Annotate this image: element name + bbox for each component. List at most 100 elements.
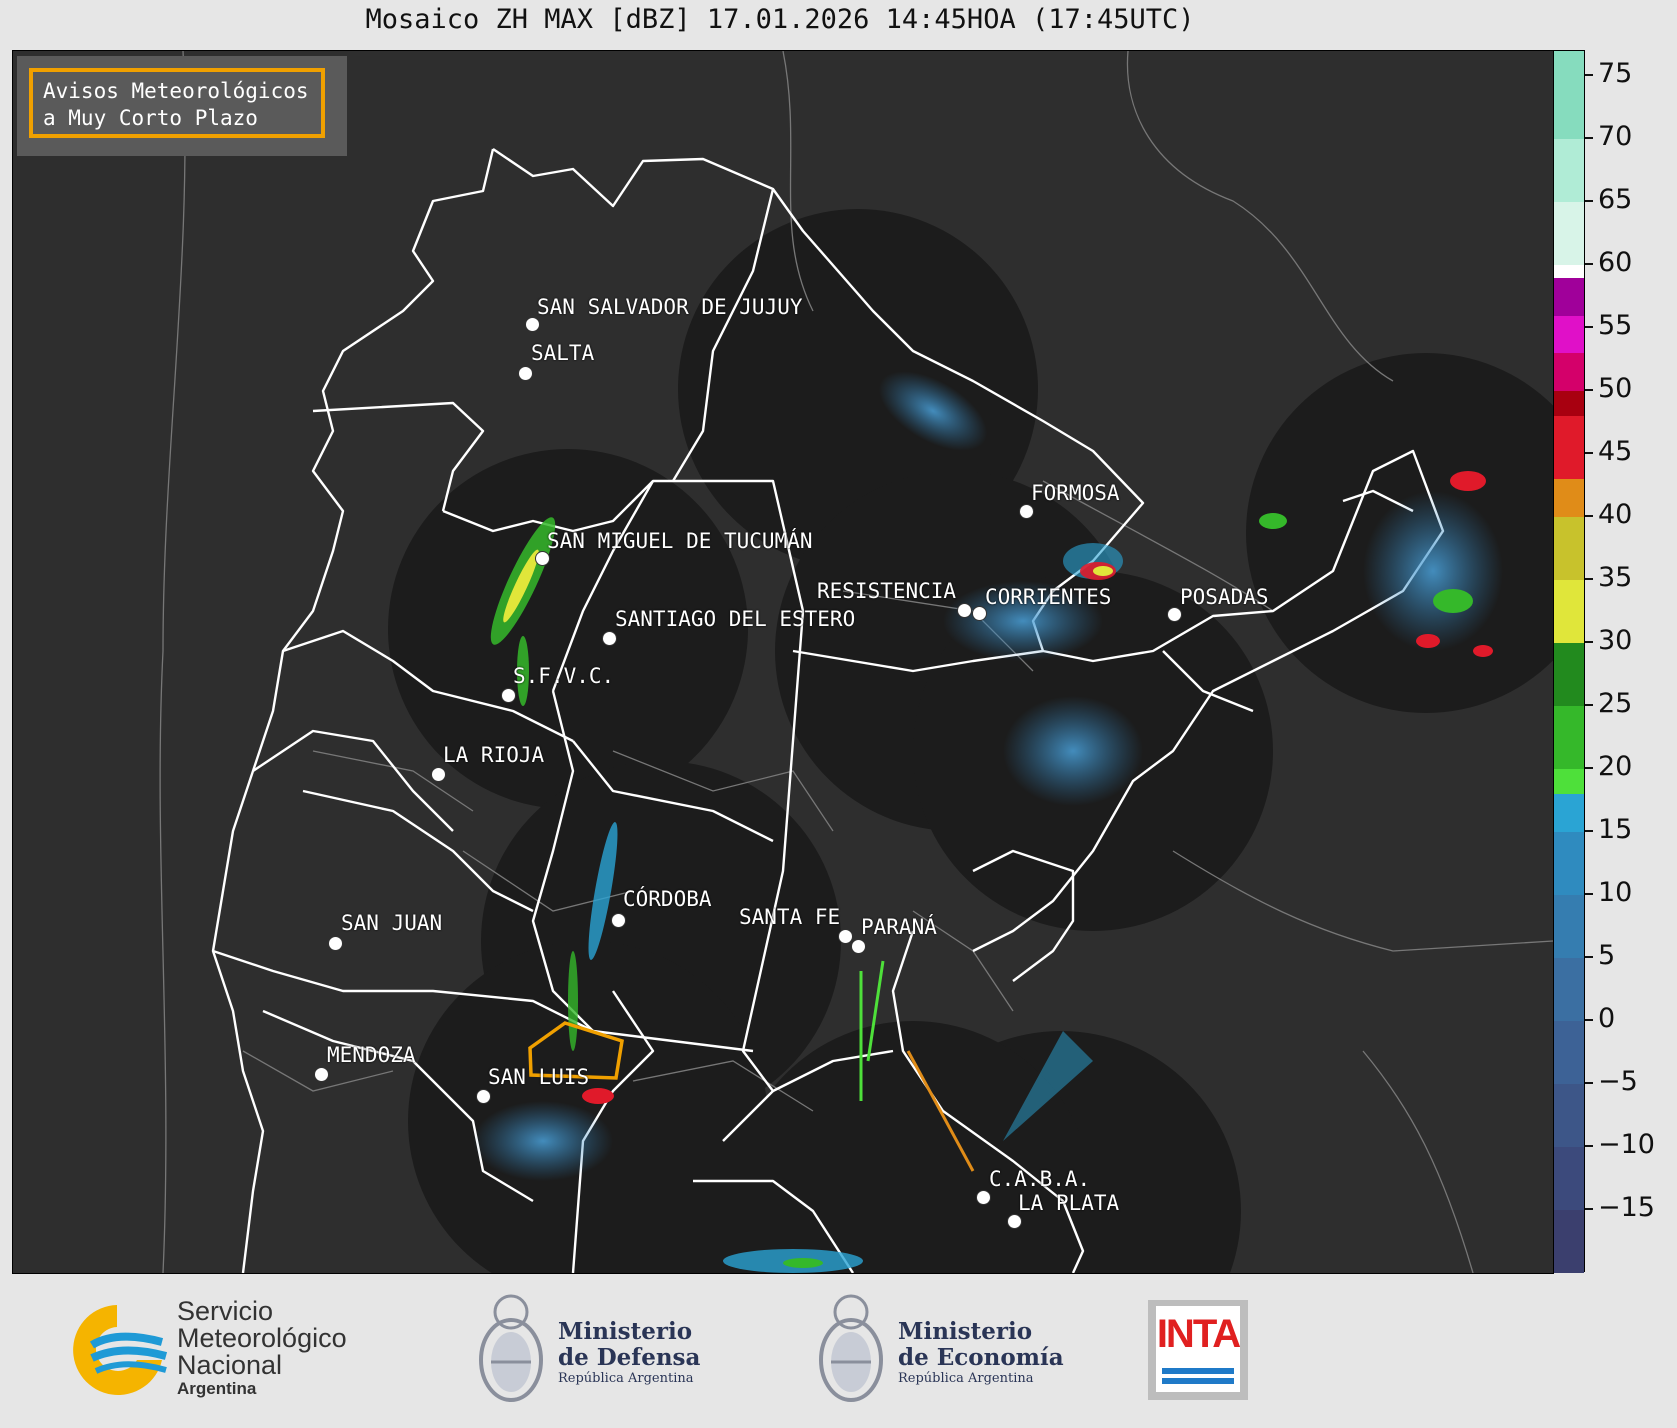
city-label-san-miguel-de-tucuman: SAN MIGUEL DE TUCUMÁN (547, 529, 813, 553)
warnings-legend-line2: a Muy Corto Plazo (43, 106, 258, 130)
city-dot-sfvc (501, 688, 516, 703)
city-dot-san-luis (476, 1089, 491, 1104)
colorbar-segment (1554, 139, 1584, 203)
colorbar-segment (1554, 1021, 1584, 1085)
city-label-caba: C.A.B.A. (989, 1167, 1091, 1191)
colorbar-tick-label: 65 (1598, 184, 1633, 216)
city-label-la-rioja: LA RIOJA (443, 743, 545, 767)
colorbar-tick-label: 20 (1598, 751, 1633, 783)
colorbar-tick (1585, 452, 1593, 455)
colorbar-segment (1554, 706, 1584, 770)
colorbar-tick-label: 70 (1598, 121, 1633, 153)
colorbar-segment (1554, 391, 1584, 417)
colorbar-tick-label: 5 (1598, 940, 1616, 972)
city-label-la-plata: LA PLATA (1018, 1191, 1120, 1215)
city-label-salta: SALTA (531, 341, 595, 365)
colorbar-tick-label: −5 (1598, 1066, 1638, 1098)
colorbar-tick-label: 25 (1598, 688, 1633, 720)
colorbar-segment (1554, 353, 1584, 392)
city-dot-salta (518, 366, 533, 381)
colorbar-segment (1554, 580, 1584, 644)
colorbar-tick (1585, 137, 1593, 140)
colorbar-segment (1554, 51, 1584, 140)
colorbar-tick (1585, 893, 1593, 896)
colorbar-tick (1585, 704, 1593, 707)
city-label-santiago-del-estero: SANTIAGO DEL ESTERO (615, 607, 856, 631)
city-label-santa-fe: SANTA FE (739, 905, 841, 929)
city-label-parana: PARANÁ (861, 915, 937, 939)
city-dot-posadas (1167, 607, 1182, 622)
colorbar-segment (1554, 643, 1584, 707)
colorbar-tick (1585, 1019, 1593, 1022)
economia-logo-text: Ministerio de Economía República Argenti… (898, 1318, 1064, 1387)
warnings-legend-box: Avisos Meteorológicos a Muy Corto Plazo (17, 56, 347, 156)
colorbar-tick-label: 60 (1598, 247, 1633, 279)
colorbar-tick-label: −10 (1598, 1129, 1655, 1161)
colorbar-segment (1554, 517, 1584, 581)
city-label-posadas: POSADAS (1180, 585, 1269, 609)
colorbar-tick (1585, 1082, 1593, 1085)
colorbar-tick (1585, 956, 1593, 959)
city-dot-san-juan (328, 936, 343, 951)
coat-of-arms-icon (479, 1294, 543, 1402)
city-label-san-salvador-de-jujuy: SAN SALVADOR DE JUJUY (537, 295, 803, 319)
inta-logo-text: INTA (1156, 1312, 1241, 1356)
colorbar-segment (1554, 1147, 1584, 1210)
city-dot-la-plata (1007, 1214, 1022, 1229)
colorbar-tick-label: 35 (1598, 562, 1633, 594)
city-label-corrientes: CORRIENTES (985, 585, 1112, 609)
footer-logos: Servicio Meteorológico Nacional Argentin… (0, 1275, 1677, 1428)
city-dot-parana (851, 939, 866, 954)
colorbar-tick (1585, 641, 1593, 644)
city-dot-mendoza (314, 1067, 329, 1082)
colorbar-segment (1554, 958, 1584, 1022)
colorbar-tick-label: 0 (1598, 1003, 1616, 1035)
map-title: Mosaico ZH MAX [dBZ] 17.01.2026 14:45HOA… (365, 4, 1195, 35)
colorbar-tick-label: 55 (1598, 310, 1633, 342)
smn-logo-text: Servicio Meteorológico Nacional Argentin… (177, 1296, 347, 1399)
city-dot-san-salvador-de-jujuy (525, 317, 540, 332)
colorbar-segment (1554, 794, 1584, 833)
defensa-logo-text: Ministerio de Defensa República Argentin… (558, 1318, 701, 1387)
dbz-colorbar (1553, 50, 1585, 1273)
city-dot-formosa (1019, 504, 1034, 519)
city-dot-san-miguel-de-tucuman (535, 551, 550, 566)
city-dot-cordoba (611, 913, 626, 928)
city-dot-santa-fe (838, 929, 853, 944)
city-label-cordoba: CÓRDOBA (623, 887, 712, 911)
coat-of-arms-icon (819, 1294, 883, 1402)
radar-map-canvas (13, 51, 1553, 1273)
colorbar-segment (1554, 1084, 1584, 1147)
city-dot-caba (976, 1190, 991, 1205)
colorbar-tick-label: 75 (1598, 58, 1633, 90)
smn-logo-icon (73, 1305, 168, 1395)
colorbar-segment (1554, 895, 1584, 959)
city-label-san-luis: SAN LUIS (488, 1065, 590, 1089)
city-dot-santiago-del-estero (602, 631, 617, 646)
inta-logo: INTA (1148, 1300, 1248, 1400)
inta-stripe (1162, 1368, 1234, 1374)
city-dot-la-rioja (431, 767, 446, 782)
colorbar-tick-label: 15 (1598, 814, 1633, 846)
radar-map[interactable]: SAN SALVADOR DE JUJUY SALTA SAN MIGUEL D… (12, 50, 1554, 1274)
colorbar-tick (1585, 263, 1593, 266)
colorbar-segment (1554, 315, 1584, 354)
colorbar-tick (1585, 326, 1593, 329)
warnings-legend-line1: Avisos Meteorológicos (43, 79, 309, 103)
colorbar-tick-label: 45 (1598, 436, 1633, 468)
colorbar-tick (1585, 74, 1593, 77)
colorbar-segment (1554, 832, 1584, 896)
city-label-san-juan: SAN JUAN (341, 911, 443, 935)
colorbar-tick-label: 40 (1598, 499, 1633, 531)
city-label-resistencia: RESISTENCIA (817, 579, 957, 603)
colorbar-tick (1585, 767, 1593, 770)
warnings-legend-frame: Avisos Meteorológicos a Muy Corto Plazo (29, 68, 325, 138)
colorbar-tick (1585, 515, 1593, 518)
city-label-mendoza: MENDOZA (327, 1043, 416, 1067)
colorbar-segment (1554, 277, 1584, 316)
colorbar-tick (1585, 200, 1593, 203)
colorbar-tick (1585, 830, 1593, 833)
colorbar-segment (1554, 202, 1584, 266)
colorbar-tick-label: 50 (1598, 373, 1633, 405)
colorbar-tick-label: 30 (1598, 625, 1633, 657)
